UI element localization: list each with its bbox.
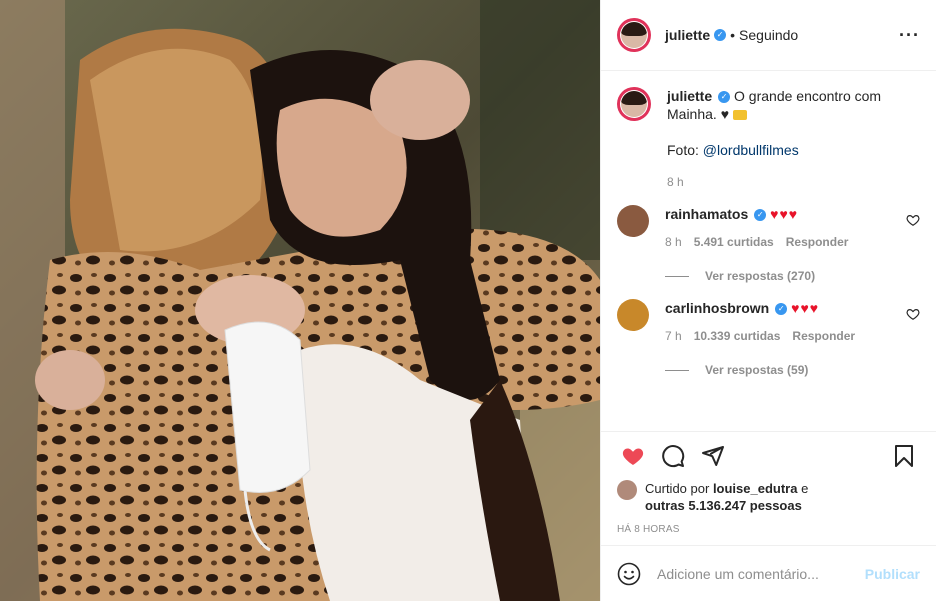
comment-text: ♥♥♥: [791, 300, 820, 316]
comment-button[interactable]: [653, 436, 693, 476]
ticket-emoji-icon: [732, 110, 747, 121]
caption-credit-link[interactable]: @lordbullfilmes: [703, 142, 799, 158]
heart-filled-icon: [622, 448, 644, 465]
comment-input[interactable]: [657, 565, 865, 582]
separator-dot: •: [730, 27, 736, 43]
more-options-icon[interactable]: ···: [899, 25, 920, 46]
post-header: juliette ✓ • Seguindo ···: [601, 0, 936, 71]
caption: juliette ✓ O grande encontro com Mainha. …: [617, 87, 920, 189]
commenter-avatar[interactable]: [617, 205, 649, 237]
reply-button[interactable]: Responder: [786, 235, 849, 249]
comment-username[interactable]: rainhamatos: [665, 206, 748, 222]
comment-time[interactable]: 7 h: [665, 329, 682, 343]
like-button[interactable]: [613, 436, 653, 476]
liked-by-prefix: Curtido por: [645, 481, 710, 496]
bookmark-icon: [895, 445, 913, 467]
liker-avatar[interactable]: [617, 480, 637, 500]
author-avatar[interactable]: [617, 18, 651, 52]
post-photo[interactable]: [0, 0, 600, 601]
comment-item: rainhamatos ✓ ♥♥♥ 8 h 5.491 curtidas Resp…: [617, 205, 920, 283]
replies-divider: [665, 275, 689, 277]
verified-badge-icon: ✓: [754, 209, 767, 222]
liked-by-user[interactable]: louise_edutra: [713, 481, 798, 496]
caption-credit-prefix: Foto:: [667, 142, 699, 158]
comment-item: carlinhosbrown ✓ ♥♥♥ 7 h 10.339 curtidas …: [617, 299, 920, 377]
paper-plane-icon: [702, 446, 724, 466]
action-bar: [601, 432, 936, 480]
add-comment-bar: Publicar: [601, 545, 936, 601]
verified-badge-icon: ✓: [775, 303, 788, 316]
comment-text: ♥♥♥: [770, 206, 799, 222]
emoji-icon[interactable]: [617, 562, 641, 586]
view-replies-button[interactable]: Ver respostas (270): [665, 269, 898, 283]
comment-bubble-icon: [662, 445, 685, 468]
share-button[interactable]: [693, 436, 733, 476]
comment-username[interactable]: carlinhosbrown: [665, 300, 769, 316]
save-button[interactable]: [884, 436, 924, 476]
replies-divider: [665, 369, 689, 371]
post-timestamp[interactable]: HÁ 8 HORAS: [601, 514, 936, 545]
liked-by-and: e: [801, 481, 809, 496]
caption-avatar[interactable]: [617, 87, 651, 121]
caption-username[interactable]: juliette: [667, 88, 712, 104]
view-replies-label: Ver respostas (270): [705, 269, 816, 283]
post-modal: juliette ✓ • Seguindo ··· juliette ✓ O gr…: [0, 0, 936, 601]
commenter-avatar[interactable]: [617, 299, 649, 331]
liked-by-others[interactable]: outras 5.136.247 pessoas: [645, 498, 802, 513]
comment-time[interactable]: 8 h: [665, 235, 682, 249]
verified-badge-icon: ✓: [718, 91, 731, 104]
photo-illustration: [0, 0, 600, 601]
comment-like-heart-icon[interactable]: [906, 213, 920, 227]
post-actions-area: Curtido por louise_edutra e outras 5.136…: [601, 431, 936, 545]
author-username[interactable]: juliette: [665, 27, 710, 43]
view-replies-button[interactable]: Ver respostas (59): [665, 363, 898, 377]
comment-like-heart-icon[interactable]: [906, 307, 920, 321]
liked-by: Curtido por louise_edutra e outras 5.136…: [601, 480, 936, 514]
comments-list: juliette ✓ O grande encontro com Mainha. …: [601, 71, 936, 431]
verified-badge-icon: ✓: [714, 29, 727, 41]
caption-time[interactable]: 8 h: [667, 175, 684, 189]
following-button[interactable]: Seguindo: [739, 27, 798, 43]
post-side-panel: juliette ✓ • Seguindo ··· juliette ✓ O gr…: [600, 0, 936, 601]
comment-likes[interactable]: 5.491 curtidas: [694, 235, 774, 249]
view-replies-label: Ver respostas (59): [705, 363, 809, 377]
reply-button[interactable]: Responder: [792, 329, 855, 343]
publish-button[interactable]: Publicar: [865, 566, 920, 582]
comment-likes[interactable]: 10.339 curtidas: [694, 329, 781, 343]
